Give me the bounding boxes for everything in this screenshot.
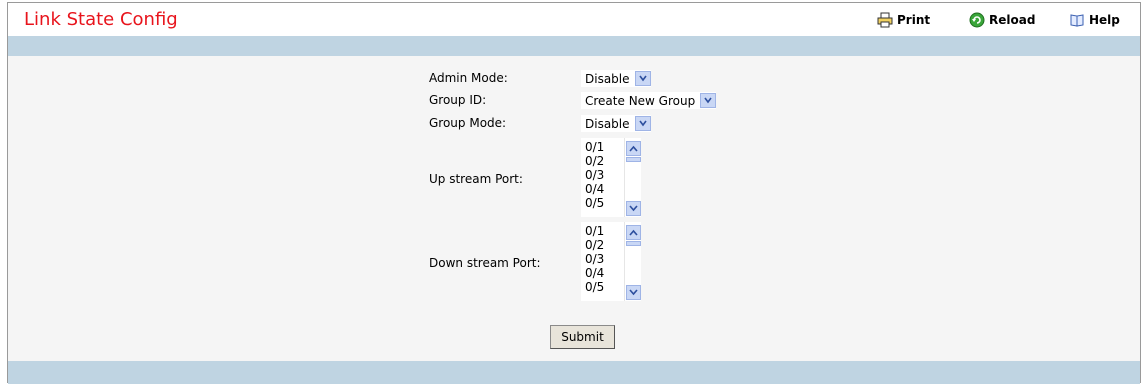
header: Link State Config Print Reload Help (8, 3, 1140, 36)
scroll-thumb[interactable] (626, 241, 641, 246)
list-item[interactable]: 0/1 (585, 225, 604, 237)
page-title: Link State Config (24, 9, 178, 30)
group-mode-select[interactable]: Disable (581, 115, 651, 132)
help-label: Help (1089, 13, 1120, 27)
chevron-down-icon[interactable] (634, 116, 651, 131)
reload-label: Reload (989, 13, 1036, 27)
admin-mode-select[interactable]: Disable (581, 70, 651, 87)
bottom-bar (8, 361, 1140, 384)
list-item[interactable]: 0/3 (585, 169, 604, 181)
scroll-down-icon[interactable] (626, 201, 641, 216)
help-link[interactable]: Help (1069, 12, 1120, 28)
upstream-scrollbar[interactable] (624, 138, 641, 217)
page-frame: Link State Config Print Reload Help Admi… (7, 2, 1141, 384)
scroll-up-icon[interactable] (626, 225, 641, 240)
print-link[interactable]: Print (877, 12, 930, 28)
list-item[interactable]: 0/3 (585, 253, 604, 265)
group-id-label: Group ID: (429, 93, 487, 107)
reload-link[interactable]: Reload (969, 12, 1035, 28)
downstream-port-listbox[interactable]: 0/1 0/2 0/3 0/4 0/5 (581, 222, 641, 301)
scroll-thumb[interactable] (626, 157, 641, 162)
admin-mode-value: Disable (585, 71, 630, 86)
reload-icon (969, 12, 985, 28)
chevron-down-icon[interactable] (634, 71, 651, 86)
admin-mode-label: Admin Mode: (429, 71, 508, 85)
scroll-up-icon[interactable] (626, 141, 641, 156)
submit-button[interactable]: Submit (550, 325, 615, 349)
downstream-scrollbar[interactable] (624, 222, 641, 301)
upstream-port-label: Up stream Port: (429, 172, 523, 186)
help-book-icon (1069, 12, 1085, 28)
downstream-port-label: Down stream Port: (429, 256, 541, 270)
group-mode-value: Disable (585, 116, 630, 131)
print-label: Print (897, 13, 931, 27)
list-item[interactable]: 0/4 (585, 183, 604, 195)
scroll-down-icon[interactable] (626, 285, 641, 300)
group-id-value: Create New Group (585, 93, 696, 108)
list-item[interactable]: 0/5 (585, 281, 604, 293)
chevron-down-icon[interactable] (700, 93, 717, 108)
list-item[interactable]: 0/2 (585, 155, 604, 167)
upstream-port-listbox[interactable]: 0/1 0/2 0/3 0/4 0/5 (581, 138, 641, 217)
printer-icon (877, 12, 893, 28)
group-id-select[interactable]: Create New Group (581, 92, 717, 109)
top-bar (8, 36, 1140, 56)
list-item[interactable]: 0/1 (585, 141, 604, 153)
list-item[interactable]: 0/2 (585, 239, 604, 251)
list-item[interactable]: 0/5 (585, 197, 604, 209)
group-mode-label: Group Mode: (429, 116, 507, 130)
list-item[interactable]: 0/4 (585, 267, 604, 279)
